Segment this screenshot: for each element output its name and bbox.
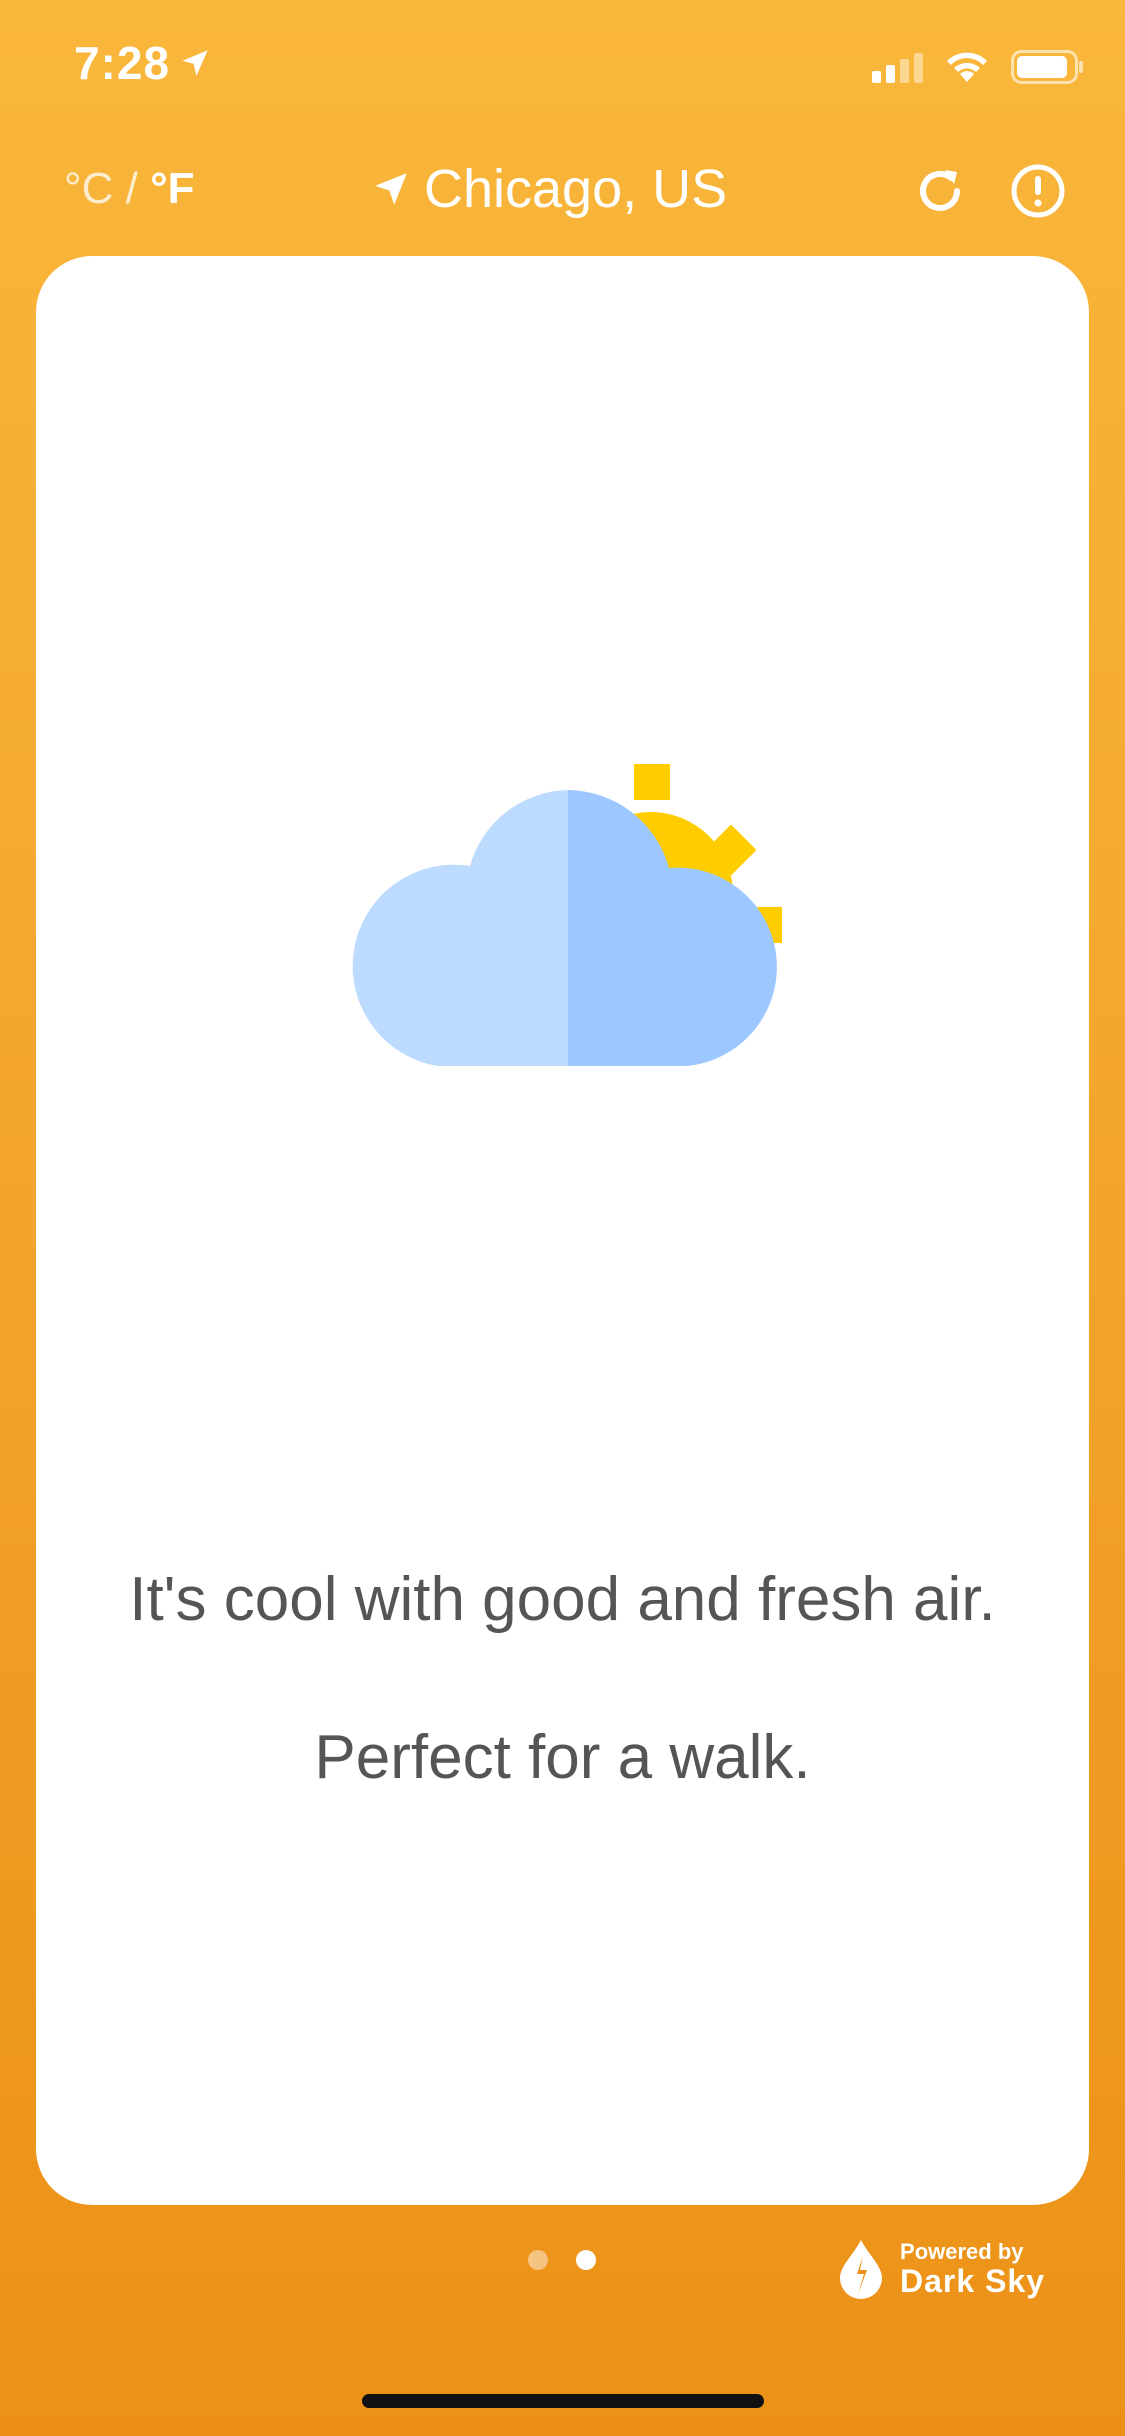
unit-fahrenheit[interactable]: °F [150,164,194,213]
weather-screen: 7:28 °C / °F Chicago, US It's cool with … [0,0,1125,2436]
dark-sky-brand: Dark Sky [900,2263,1045,2299]
cellular-signal-icon [872,51,923,83]
location-arrow-icon [182,50,208,76]
status-bar-indicators [872,50,1085,84]
header-actions [911,162,1067,220]
alert-circle-icon [1011,164,1065,218]
weather-description-line2: Perfect for a walk. [314,1723,811,1792]
powered-by-text: Powered by Dark Sky [900,2239,1045,2299]
battery-icon [1011,50,1083,84]
status-time-text: 7:28 [74,37,171,89]
unit-toggle[interactable]: °C / °F [64,164,195,214]
page-indicator[interactable] [528,2250,596,2270]
unit-separator: / [113,164,151,213]
wifi-icon [947,52,987,82]
page-dot-2[interactable] [576,2250,596,2270]
status-bar-time: 7:28 [74,36,212,90]
dark-sky-icon [840,2240,883,2299]
location-name: Chicago, US [424,159,728,219]
location-selector[interactable]: Chicago, US [372,158,727,220]
powered-by-dark-sky[interactable]: Powered by Dark Sky [836,2238,1045,2300]
refresh-button[interactable] [911,162,969,220]
weather-card: It's cool with good and fresh air. Perfe… [36,256,1089,2205]
weather-description-line1: It's cool with good and fresh air. [129,1565,996,1634]
refresh-icon [920,170,960,211]
partly-cloudy-icon [352,764,782,1066]
home-indicator[interactable] [362,2394,764,2408]
location-arrow-icon [375,173,407,205]
powered-by-label: Powered by [900,2239,1024,2264]
page-dot-1[interactable] [528,2250,548,2270]
info-button[interactable] [1009,162,1067,220]
unit-celsius[interactable]: °C [64,164,113,213]
